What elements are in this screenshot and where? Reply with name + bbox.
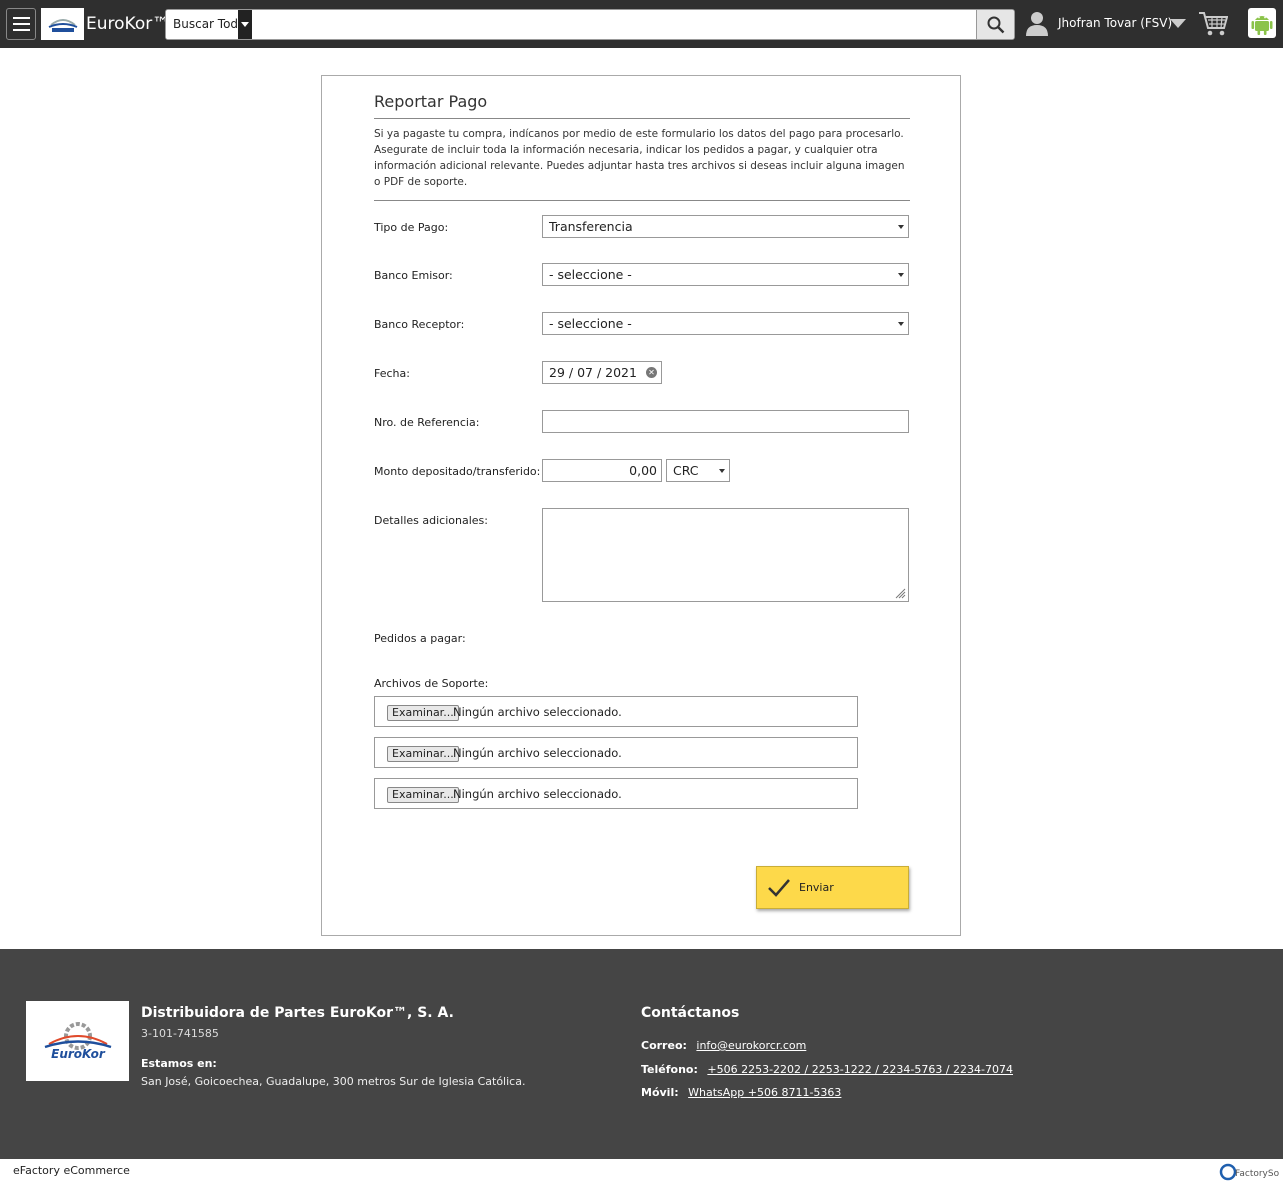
banco-receptor-value: - seleccione -	[549, 316, 632, 331]
mobile-row: Móvil: WhatsApp +506 8711-5363	[641, 1086, 841, 1099]
fecha-input[interactable]: 29 / 07 / 2021 ✕	[542, 361, 662, 384]
eurokor-logo-icon	[48, 19, 77, 32]
detalles-textarea[interactable]	[542, 508, 909, 602]
search-category-caret-icon[interactable]	[238, 10, 252, 39]
footer-logo: EuroKor	[26, 1001, 129, 1081]
browse-button[interactable]: Examinar...	[387, 746, 459, 762]
tipo-pago-label: Tipo de Pago:	[374, 221, 449, 234]
currency-select[interactable]: CRC	[666, 459, 730, 482]
file-input-2[interactable]: Examinar... Ningún archivo seleccionado.	[374, 737, 858, 768]
top-bar: EuroKor™ Buscar Todo Jhofran Tovar (FSV)	[0, 0, 1283, 48]
pedidos-label: Pedidos a pagar:	[374, 632, 466, 645]
banco-emisor-select[interactable]: - seleccione -	[542, 263, 909, 286]
page-title: Reportar Pago	[374, 92, 488, 111]
submit-button[interactable]: Enviar	[756, 866, 909, 909]
chevron-down-icon	[898, 273, 904, 277]
location-label: Estamos en:	[141, 1057, 217, 1070]
user-icon[interactable]	[1025, 10, 1049, 36]
currency-value: CRC	[673, 463, 699, 478]
monto-input[interactable]: 0,00	[542, 459, 662, 482]
factorysoft-logo-icon[interactable]: FactorySoft	[1219, 1160, 1279, 1182]
clear-date-icon[interactable]: ✕	[646, 367, 657, 378]
menu-line	[12, 29, 30, 31]
search-input[interactable]	[252, 10, 976, 39]
tipo-pago-select[interactable]: Transferencia	[542, 215, 909, 238]
email-link[interactable]: info@eurokorcr.com	[696, 1039, 806, 1052]
chevron-down-icon	[898, 225, 904, 229]
cart-icon[interactable]	[1198, 10, 1228, 38]
phone-label: Teléfono:	[641, 1063, 698, 1076]
address: San José, Goicoechea, Guadalupe, 300 met…	[141, 1075, 526, 1088]
search-button[interactable]	[976, 10, 1014, 39]
email-label: Correo:	[641, 1039, 687, 1052]
fecha-value: 29 / 07 / 2021	[549, 365, 637, 380]
factorysoft-logo-text: FactorySoft	[1235, 1169, 1279, 1179]
platform-text: eFactory eCommerce	[13, 1164, 130, 1177]
file-status: Ningún archivo seleccionado.	[453, 705, 622, 719]
tipo-pago-value: Transferencia	[549, 219, 633, 234]
eurokor-logo-icon: EuroKor	[44, 1022, 111, 1061]
browse-button[interactable]: Examinar...	[387, 787, 459, 803]
title-divider	[374, 118, 910, 119]
company-name: Distribuidora de Partes EuroKor™, S. A.	[141, 1005, 454, 1021]
banco-receptor-select[interactable]: - seleccione -	[542, 312, 909, 335]
referencia-input[interactable]	[542, 410, 909, 433]
brand-logo[interactable]	[41, 8, 84, 40]
chevron-down-icon	[719, 469, 725, 473]
browse-button[interactable]: Examinar...	[387, 705, 459, 721]
check-icon	[768, 879, 790, 897]
menu-line	[12, 17, 30, 19]
report-payment-panel: Reportar Pago Si ya pagaste tu compra, i…	[321, 75, 961, 936]
chevron-down-icon	[898, 322, 904, 326]
intro-divider	[374, 200, 910, 201]
file-input-1[interactable]: Examinar... Ningún archivo seleccionado.	[374, 696, 858, 727]
file-status: Ningún archivo seleccionado.	[453, 787, 622, 801]
whatsapp-link[interactable]: WhatsApp +506 8711-5363	[688, 1086, 841, 1099]
menu-line	[12, 23, 30, 25]
banco-emisor-label: Banco Emisor:	[374, 269, 453, 282]
search-icon	[987, 16, 1004, 33]
file-status: Ningún archivo seleccionado.	[453, 746, 622, 760]
hamburger-menu-button[interactable]	[6, 8, 36, 40]
banco-emisor-value: - seleccione -	[549, 267, 632, 282]
intro-text: Si ya pagaste tu compra, indícanos por m…	[374, 128, 905, 188]
footer: EuroKor Distribuidora de Partes EuroKor™…	[0, 949, 1283, 1159]
svg-text:EuroKor: EuroKor	[51, 1047, 106, 1061]
email-row: Correo: info@eurokorcr.com	[641, 1039, 806, 1052]
resize-grip-icon[interactable]	[894, 587, 906, 599]
fecha-label: Fecha:	[374, 367, 410, 380]
monto-label: Monto depositado/transferido:	[374, 465, 541, 478]
android-icon	[1251, 16, 1273, 35]
file-input-3[interactable]: Examinar... Ningún archivo seleccionado.	[374, 778, 858, 809]
banco-receptor-label: Banco Receptor:	[374, 318, 465, 331]
mobile-label: Móvil:	[641, 1086, 679, 1099]
contact-title: Contáctanos	[641, 1005, 740, 1021]
company-id: 3-101-741585	[141, 1027, 219, 1040]
phone-link[interactable]: +506 2253-2202 / 2253-1222 / 2234-5763 /…	[707, 1063, 1013, 1076]
archivos-label: Archivos de Soporte:	[374, 677, 489, 690]
android-app-button[interactable]	[1248, 8, 1276, 38]
submit-label: Enviar	[799, 881, 834, 894]
user-name[interactable]: Jhofran Tovar (FSV)	[1058, 16, 1172, 30]
search-bar: Buscar Todo	[165, 9, 1015, 40]
phone-row: Teléfono: +506 2253-2202 / 2253-1222 / 2…	[641, 1063, 1013, 1076]
user-menu-chevron-down-icon[interactable]	[1170, 19, 1186, 28]
detalles-label: Detalles adicionales:	[374, 514, 488, 527]
brand-name[interactable]: EuroKor™	[86, 14, 169, 34]
referencia-label: Nro. de Referencia:	[374, 416, 480, 429]
bottom-bar: eFactory eCommerce	[0, 1159, 1283, 1183]
